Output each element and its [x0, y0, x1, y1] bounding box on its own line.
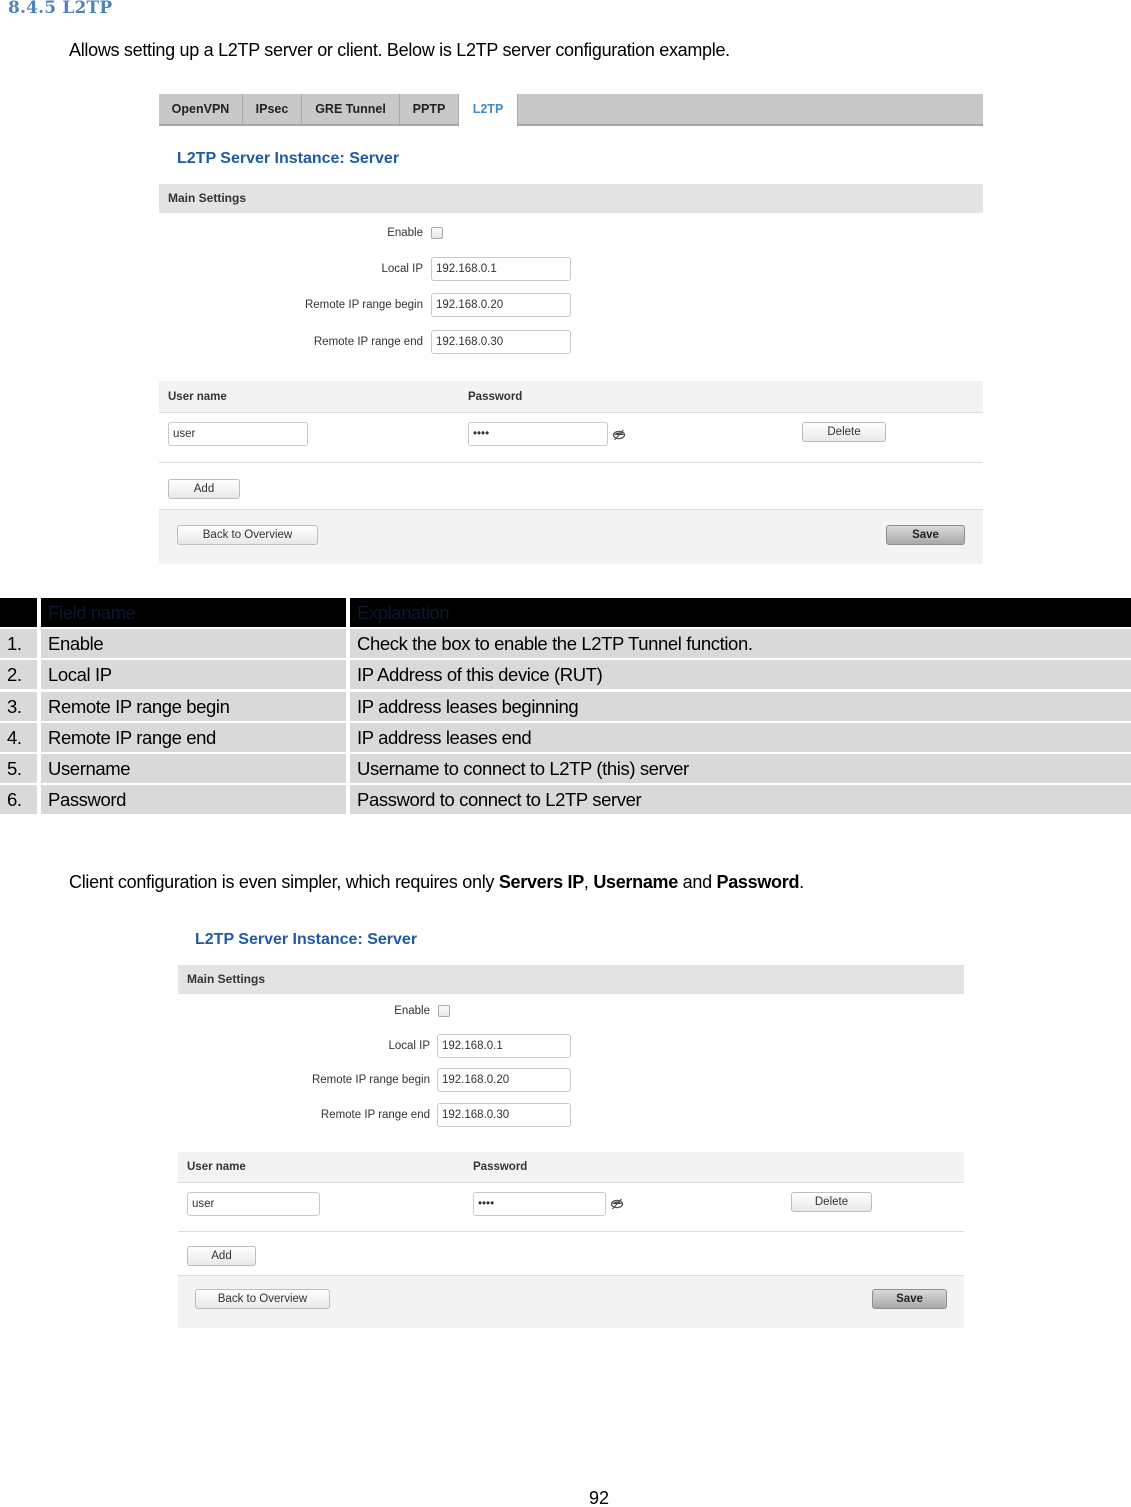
tab-ipsec[interactable]: IPsec [243, 94, 302, 124]
enable-checkbox[interactable] [438, 1005, 450, 1017]
table-row: 6. Password Password to connect to L2TP … [0, 785, 1131, 814]
separator: and [677, 872, 717, 892]
remote-begin-row: Remote IP range begin [159, 293, 423, 317]
remote-begin-input[interactable]: 192.168.0.20 [437, 1068, 571, 1092]
username-column-header: User name [168, 391, 227, 403]
row-explanation: Password to connect to L2TP server [350, 785, 1131, 814]
client-text-prefix: Client configuration is even simpler, wh… [69, 872, 499, 892]
header-explanation: Explanation [350, 598, 1131, 627]
remote-end-row: Remote IP range end [178, 1103, 430, 1127]
tab-l2tp[interactable]: L2TP [459, 94, 518, 126]
table-row: 1. Enable Check the box to enable the L2… [0, 629, 1131, 658]
password-column-header: Password [473, 1161, 528, 1173]
remote-end-label: Remote IP range end [313, 336, 423, 348]
row-field: Enable [41, 629, 346, 658]
tab-pptp[interactable]: PPTP [400, 94, 459, 124]
username-input[interactable]: user [187, 1192, 320, 1216]
section-heading: 8.4.5 L2TP [8, 0, 112, 18]
table-row: 4. Remote IP range end IP address leases… [0, 723, 1131, 752]
remote-begin-row: Remote IP range begin [178, 1068, 430, 1092]
section-title: L2TP [62, 0, 113, 18]
enable-row: Enable [178, 999, 430, 1023]
header-number [0, 598, 37, 627]
row-number: 2. [0, 660, 37, 689]
add-user-button[interactable]: Add [187, 1246, 256, 1266]
users-table-header: User name Password [159, 381, 983, 413]
row-explanation: Username to connect to L2TP (this) serve… [350, 754, 1131, 783]
row-number: 6. [0, 785, 37, 814]
remote-begin-label: Remote IP range begin [311, 1074, 430, 1086]
eye-slash-icon[interactable] [612, 429, 626, 441]
page-number: 92 [589, 1488, 610, 1507]
table-header-row: Field name Explanation [0, 598, 1131, 627]
header-field-name: Field name [41, 598, 346, 627]
save-button[interactable]: Save [886, 525, 965, 545]
local-ip-input[interactable]: 192.168.0.1 [431, 257, 571, 281]
password-term: Password [716, 872, 800, 892]
client-paragraph: Client configuration is even simpler, wh… [69, 872, 804, 893]
row-explanation: IP Address of this device (RUT) [350, 660, 1131, 689]
delete-user-button[interactable]: Delete [802, 422, 886, 442]
client-config-screenshot: L2TP Server Instance: Server Main Settin… [178, 925, 964, 1328]
remote-end-input[interactable]: 192.168.0.30 [431, 330, 571, 354]
remote-end-label: Remote IP range end [320, 1109, 430, 1121]
separator: , [583, 872, 594, 892]
username-term: Username [593, 872, 678, 892]
local-ip-input[interactable]: 192.168.0.1 [437, 1034, 571, 1058]
remote-begin-label: Remote IP range begin [304, 299, 423, 311]
row-divider [178, 1231, 964, 1232]
row-number: 5. [0, 754, 37, 783]
password-column-header: Password [468, 391, 523, 403]
remote-begin-input[interactable]: 192.168.0.20 [431, 293, 571, 317]
row-field: Local IP [41, 660, 346, 689]
server-config-screenshot: OpenVPN IPsec GRE Tunnel PPTP L2TP L2TP … [159, 94, 983, 564]
table-row: 5. Username Username to connect to L2TP … [0, 754, 1131, 783]
username-column-header: User name [187, 1161, 246, 1173]
row-explanation: Check the box to enable the L2TP Tunnel … [350, 629, 1131, 658]
intro-paragraph: Allows setting up a L2TP server or clien… [69, 40, 730, 60]
row-divider [159, 462, 983, 463]
local-ip-label: Local IP [381, 263, 423, 275]
instance-title: L2TP Server Instance: Server [195, 931, 418, 948]
enable-label: Enable [394, 1005, 430, 1017]
section-number: 8.4.5 [8, 0, 57, 18]
row-explanation: IP address leases beginning [350, 692, 1131, 721]
table-row: 3. Remote IP range begin IP address leas… [0, 692, 1131, 721]
row-field: Remote IP range begin [41, 692, 346, 721]
servers-ip-term: Servers IP [498, 872, 584, 892]
add-user-button[interactable]: Add [168, 479, 240, 499]
row-number: 1. [0, 629, 37, 658]
enable-label: Enable [387, 227, 423, 239]
delete-user-button[interactable]: Delete [791, 1192, 872, 1212]
row-explanation: IP address leases end [350, 723, 1131, 752]
local-ip-row: Local IP [178, 1034, 430, 1058]
username-input[interactable]: user [168, 422, 308, 446]
password-input[interactable]: •••• [473, 1192, 606, 1216]
row-field: Password [41, 785, 346, 814]
save-button[interactable]: Save [872, 1289, 947, 1309]
local-ip-row: Local IP [159, 257, 423, 281]
table-row: 2. Local IP IP Address of this device (R… [0, 660, 1131, 689]
back-to-overview-button[interactable]: Back to Overview [195, 1289, 330, 1309]
users-table-header: User name Password [178, 1152, 964, 1183]
enable-row: Enable [159, 221, 423, 245]
tab-openvpn[interactable]: OpenVPN [159, 94, 243, 124]
period: . [799, 872, 804, 892]
enable-checkbox[interactable] [431, 227, 443, 239]
back-to-overview-button[interactable]: Back to Overview [177, 525, 318, 545]
tab-gre-tunnel[interactable]: GRE Tunnel [302, 94, 400, 124]
main-settings-header: Main Settings [178, 965, 964, 994]
row-number: 4. [0, 723, 37, 752]
row-field: Remote IP range end [41, 723, 346, 752]
vpn-tab-bar: OpenVPN IPsec GRE Tunnel PPTP L2TP [159, 94, 983, 126]
main-settings-header: Main Settings [159, 184, 983, 213]
remote-end-row: Remote IP range end [159, 330, 423, 354]
row-field: Username [41, 754, 346, 783]
remote-end-input[interactable]: 192.168.0.30 [437, 1103, 571, 1127]
instance-title: L2TP Server Instance: Server [177, 150, 400, 167]
eye-slash-icon[interactable] [610, 1198, 624, 1210]
password-input[interactable]: •••• [468, 422, 608, 446]
row-number: 3. [0, 692, 37, 721]
local-ip-label: Local IP [388, 1040, 430, 1052]
